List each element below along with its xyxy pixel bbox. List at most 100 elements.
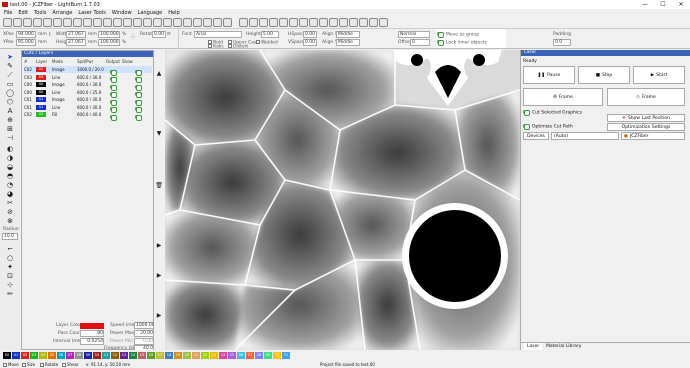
xpos-field[interactable]: 94.000 [16, 31, 36, 38]
palette-color-11[interactable]: 11 [102, 351, 110, 359]
hand-icon[interactable] [203, 18, 212, 27]
mirror-icon[interactable] [329, 18, 338, 27]
expand-right-icon-2[interactable]: ▶ [155, 272, 163, 280]
rectangle-tool-icon[interactable]: ▭ [6, 80, 14, 88]
palette-color-14[interactable]: 14 [129, 351, 137, 359]
menu-arrange[interactable]: Arrange [52, 10, 72, 16]
speed-field[interactable]: 1000.00 [134, 322, 155, 329]
width-pct-field[interactable]: 100.000 [98, 31, 120, 38]
palette-color-27[interactable]: 27 [246, 351, 254, 359]
frame-icon[interactable] [133, 18, 142, 27]
pass-count-field[interactable]: 80 [80, 330, 104, 337]
grid-icon[interactable] [359, 18, 368, 27]
align-x-select[interactable]: Middle [336, 31, 360, 38]
cut-layer-row[interactable]: C00 00 Image 600.0 / 30.0 [24, 81, 152, 91]
ypos-field[interactable]: 95.000 [16, 39, 36, 46]
palette-color-16[interactable]: 16 [147, 351, 155, 359]
align-bottom-icon[interactable] [289, 18, 298, 27]
output-toggle[interactable] [110, 114, 117, 121]
line-tool-icon[interactable]: ⟋ [6, 71, 14, 79]
cut-icon[interactable] [33, 18, 42, 27]
move-up-icon[interactable]: ▲ [155, 70, 163, 78]
align-right-icon[interactable] [259, 18, 268, 27]
star-tool-icon[interactable]: ✦ [6, 263, 14, 271]
palette-color-18[interactable]: 18 [165, 351, 173, 359]
flip-h-icon[interactable] [309, 18, 318, 27]
union-tool-icon[interactable]: ◑ [6, 154, 14, 162]
move-radio[interactable]: Move [3, 361, 19, 368]
power-max-field[interactable]: 20.00 [134, 330, 154, 337]
menu-tools[interactable]: Tools [34, 10, 46, 16]
undo-icon[interactable] [63, 18, 72, 27]
start-button[interactable]: ▶ Start [633, 66, 685, 84]
palette-color-28[interactable]: 28 [255, 351, 263, 359]
palette-color-09[interactable]: 09 [84, 351, 92, 359]
text-tool-icon[interactable]: A [6, 107, 14, 115]
pause-button[interactable]: ❚❚ Pause [523, 66, 575, 84]
paste-icon[interactable] [53, 18, 62, 27]
stop-button[interactable]: ■ Stop [578, 66, 630, 84]
ungroup-icon[interactable] [223, 18, 232, 27]
select-tool-icon[interactable]: ➤ [6, 53, 14, 61]
palette-color-26[interactable]: 26 [237, 351, 245, 359]
cut-mode[interactable]: Line [52, 104, 60, 111]
palette-color-07[interactable]: 07 [66, 351, 74, 359]
zoom-page-icon[interactable] [123, 18, 132, 27]
palette-color-24[interactable]: 24 [219, 351, 227, 359]
cut-shapes-icon[interactable]: ✂ [6, 199, 14, 207]
cut-layer-row[interactable]: C02 02 Image 1000.0 / 20.0 [24, 66, 152, 76]
redo-icon[interactable] [73, 18, 82, 27]
frame-circle-button[interactable]: ◇ Frame [607, 88, 685, 106]
optimization-settings-button[interactable]: Optimization Settings [607, 123, 685, 131]
palette-color-20[interactable]: 20 [183, 351, 191, 359]
devices-button[interactable]: Devices [523, 132, 549, 140]
menu-help[interactable]: Help [168, 10, 179, 16]
palette-color-13[interactable]: 13 [120, 351, 128, 359]
edit-nodes-icon[interactable]: ✎ [6, 62, 14, 70]
palette-color-05[interactable]: 05 [48, 351, 56, 359]
width-field[interactable]: 27.067 [66, 31, 86, 38]
palette-color-15[interactable]: 15 [138, 351, 146, 359]
monitor-icon[interactable] [183, 18, 192, 27]
circle-tool-icon[interactable]: ○ [6, 254, 14, 262]
camera-icon[interactable] [143, 18, 152, 27]
palette-color-06[interactable]: 06 [57, 351, 65, 359]
rotate-field[interactable]: 0.00 [152, 31, 166, 38]
power-min-field[interactable]: 0.00 [134, 338, 154, 345]
break-apart-icon[interactable]: ⊘ [6, 208, 14, 216]
cut-mode[interactable]: Image [52, 66, 65, 73]
palette-color-T2[interactable]: T2 [282, 351, 290, 359]
intersect-tool-icon[interactable]: ◓ [6, 172, 14, 180]
palette-color-08[interactable]: 08 [75, 351, 83, 359]
expand-right-icon-3[interactable]: ▶ [155, 312, 163, 320]
text-mode-select[interactable]: Normal [398, 31, 430, 38]
show-toggle[interactable] [135, 114, 142, 121]
palette-color-03[interactable]: 03 [30, 351, 38, 359]
zoom-out-icon[interactable] [103, 18, 112, 27]
position-tool-icon[interactable]: ⊕ [6, 116, 14, 124]
vspace-field[interactable]: 0.00 [303, 39, 317, 46]
pencil-icon[interactable]: ✏ [6, 290, 14, 298]
palette-color-21[interactable]: 21 [192, 351, 200, 359]
tab-tool-icon[interactable]: ⊣ [6, 134, 14, 142]
move-as-group-toggle[interactable]: Move as group [437, 32, 479, 38]
weld-tool-icon[interactable]: ◐ [6, 145, 14, 153]
palette-color-T1[interactable]: T1 [273, 351, 281, 359]
palette-color-19[interactable]: 19 [174, 351, 182, 359]
grid-array-icon[interactable]: ⊡ [6, 272, 14, 280]
port-select[interactable]: (Auto) [551, 132, 619, 140]
settings-icon[interactable] [163, 18, 172, 27]
cut-mode[interactable]: Line [52, 89, 60, 96]
home-icon[interactable] [193, 18, 202, 27]
frame-button[interactable]: ⟐ Frame [523, 88, 603, 106]
align-middle-icon[interactable] [279, 18, 288, 27]
offset-field[interactable]: 0 [410, 39, 430, 46]
cut-mode[interactable]: Image [52, 96, 65, 103]
cut-layer-row[interactable]: C01 01 Line 600.0 / 30.0 [24, 104, 152, 113]
distort-checkbox[interactable]: Distort [228, 44, 248, 50]
zoom-fit-icon[interactable] [113, 18, 122, 27]
polygon-tool-icon[interactable]: ⬡ [6, 98, 14, 106]
maximize-button[interactable]: ☐ [654, 0, 672, 9]
pan-icon[interactable] [83, 18, 92, 27]
device-select[interactable]: ● JCZFiber [621, 132, 685, 140]
